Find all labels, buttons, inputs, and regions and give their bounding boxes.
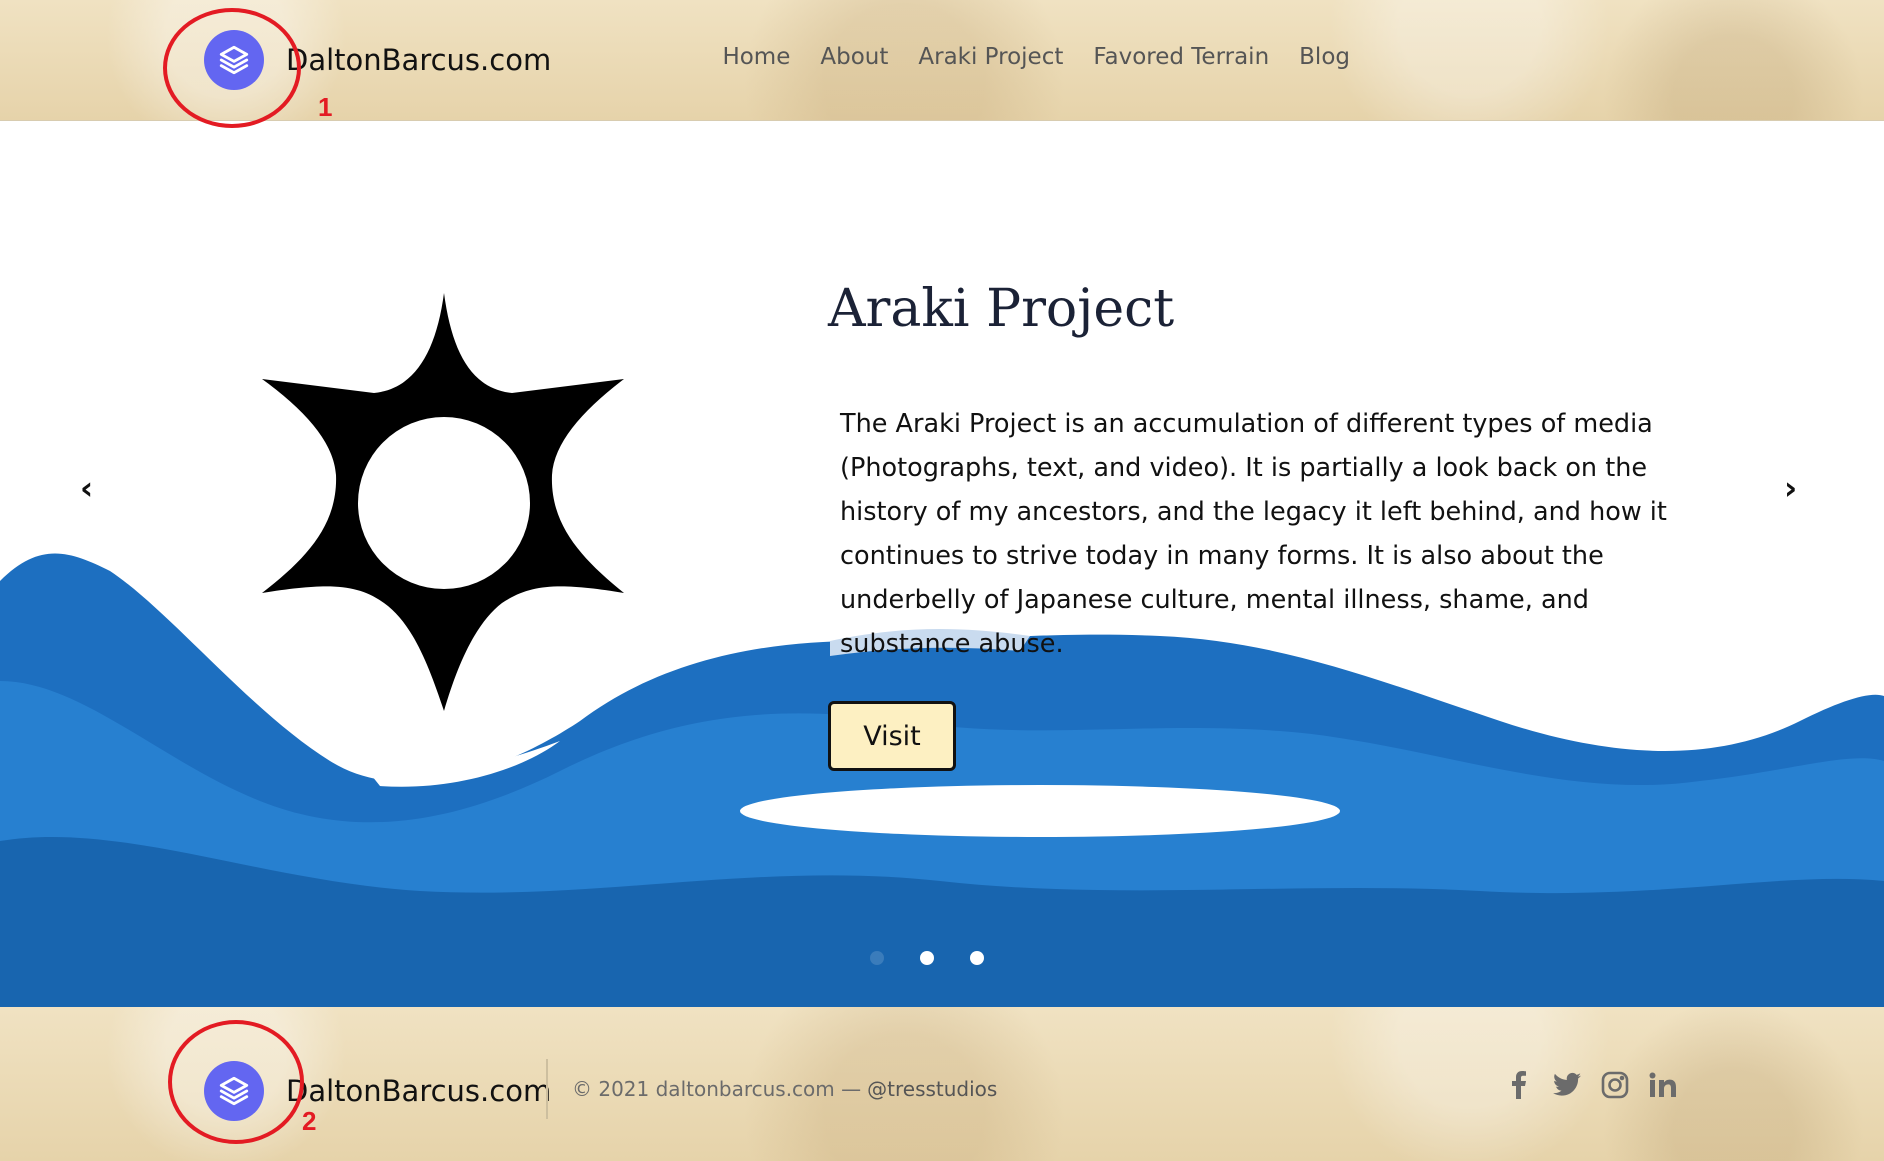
- footer-brand-link[interactable]: DaltonBarcus.com: [204, 1061, 551, 1121]
- carousel-dot-3[interactable]: [970, 951, 984, 965]
- site-header: DaltonBarcus.com Home About Araki Projec…: [0, 0, 1884, 121]
- brand-link[interactable]: DaltonBarcus.com: [204, 30, 551, 90]
- nav-about[interactable]: About: [820, 44, 888, 70]
- carousel-prev-button[interactable]: ‹: [80, 469, 93, 507]
- carousel-next-button[interactable]: ›: [1784, 469, 1797, 507]
- linkedin-icon[interactable]: [1649, 1071, 1677, 1099]
- hero-title: Araki Project: [828, 279, 1175, 339]
- footer-brand-name: DaltonBarcus.com: [286, 1074, 552, 1108]
- main-nav: Home About Araki Project Favored Terrain…: [722, 44, 1350, 70]
- hero-carousel: ‹ › Araki Project The Araki Project is a…: [0, 121, 1884, 1007]
- brand-name: DaltonBarcus.com: [286, 43, 552, 77]
- visit-button[interactable]: Visit: [828, 701, 956, 771]
- hero-description: The Araki Project is an accumulation of …: [840, 408, 1667, 659]
- annotation-label-1: 1: [318, 92, 333, 122]
- carousel-dot-1[interactable]: [870, 951, 884, 965]
- carousel-dot-2[interactable]: [920, 951, 934, 965]
- twitter-icon[interactable]: [1553, 1071, 1581, 1099]
- nav-home[interactable]: Home: [722, 44, 790, 70]
- layers-icon: [204, 1061, 264, 1121]
- nav-araki-project[interactable]: Araki Project: [918, 44, 1063, 70]
- layers-icon: [204, 30, 264, 90]
- facebook-icon[interactable]: [1505, 1071, 1533, 1099]
- footer-divider: [546, 1059, 548, 1119]
- nav-blog[interactable]: Blog: [1299, 44, 1350, 70]
- six-point-star-icon: [262, 293, 624, 711]
- footer-copyright: © 2021 daltonbarcus.com — @tresstudios: [572, 1077, 997, 1101]
- instagram-icon[interactable]: [1601, 1071, 1629, 1099]
- copyright-text: © 2021 daltonbarcus.com —: [572, 1077, 862, 1101]
- site-footer: DaltonBarcus.com © 2021 daltonbarcus.com…: [0, 1007, 1884, 1161]
- nav-favored-terrain[interactable]: Favored Terrain: [1093, 44, 1269, 70]
- social-links: [1505, 1071, 1677, 1099]
- footer-handle-link[interactable]: @tresstudios: [867, 1077, 997, 1101]
- carousel-indicators: [870, 951, 984, 965]
- annotation-label-2: 2: [302, 1106, 317, 1136]
